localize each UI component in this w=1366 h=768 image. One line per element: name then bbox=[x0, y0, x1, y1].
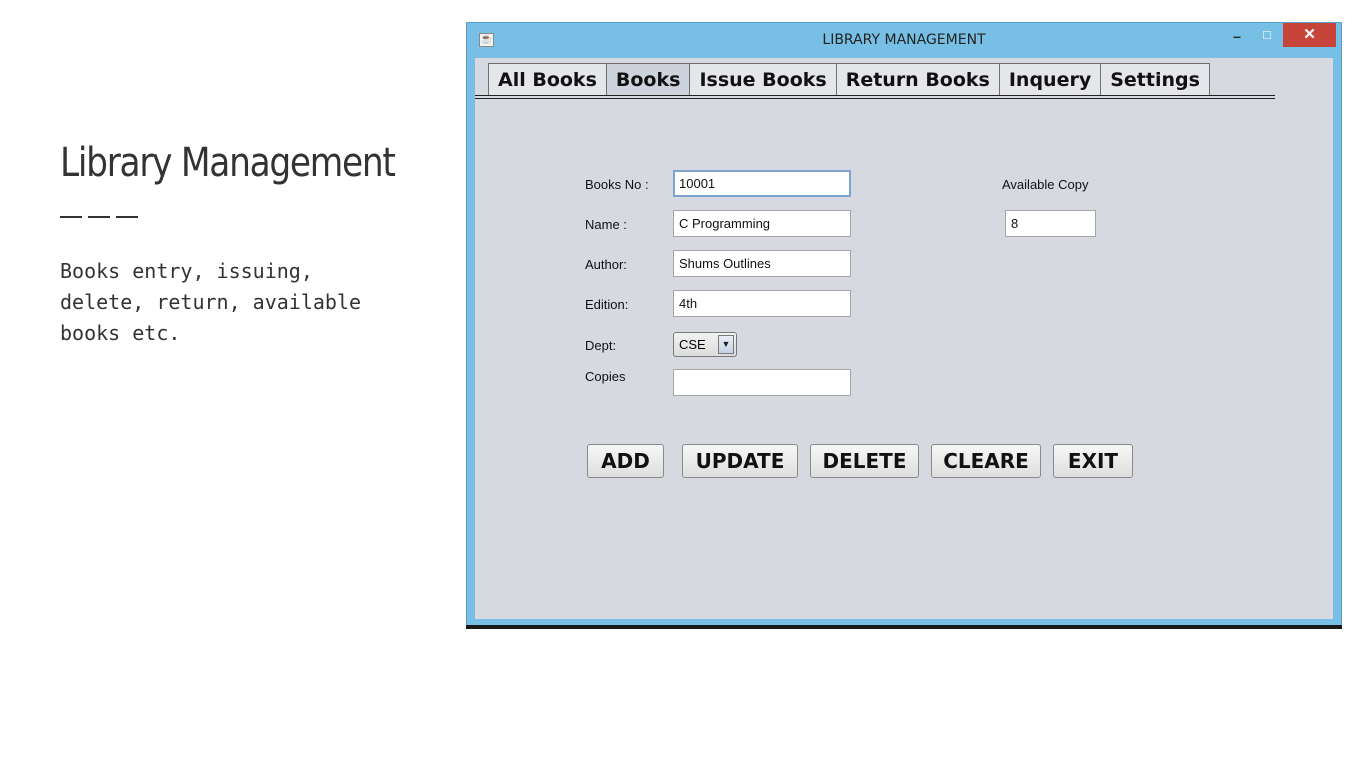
dept-select[interactable]: CSE ▼ bbox=[673, 332, 737, 357]
maximize-button[interactable]: □ bbox=[1254, 25, 1280, 47]
title-underline-dash bbox=[88, 216, 110, 218]
tab-return-books[interactable]: Return Books bbox=[836, 63, 1000, 95]
copies-label: Copies bbox=[585, 369, 626, 384]
title-bar[interactable]: ☕ LIBRARY MANAGEMENT – □ ✕ bbox=[467, 23, 1341, 58]
exit-button[interactable]: EXIT bbox=[1053, 444, 1133, 478]
edition-label: Edition: bbox=[585, 297, 629, 312]
slide-title: Library Management bbox=[60, 140, 396, 186]
delete-button[interactable]: DELETE bbox=[810, 444, 919, 478]
tab-books[interactable]: Books bbox=[606, 63, 691, 95]
edition-field[interactable]: 4th bbox=[673, 290, 851, 317]
dropdown-arrow-icon[interactable]: ▼ bbox=[718, 335, 734, 354]
tab-settings[interactable]: Settings bbox=[1101, 63, 1210, 95]
author-field[interactable]: Shums Outlines bbox=[673, 250, 851, 277]
copies-field[interactable] bbox=[673, 369, 851, 396]
name-field[interactable]: C Programming bbox=[673, 210, 851, 237]
tab-all-books[interactable]: All Books bbox=[488, 63, 607, 95]
dept-select-value: CSE bbox=[679, 337, 706, 352]
title-underline-dash bbox=[60, 216, 82, 218]
books-no-label: Books No : bbox=[585, 177, 649, 192]
available-copy-field[interactable]: 8 bbox=[1005, 210, 1096, 237]
author-label: Author: bbox=[585, 257, 627, 272]
books-no-field[interactable]: 10001 bbox=[673, 170, 851, 197]
available-copy-label: Available Copy bbox=[1002, 177, 1089, 192]
app-window: ☕ LIBRARY MANAGEMENT – □ ✕ All Books Boo… bbox=[466, 22, 1342, 627]
window-title: LIBRARY MANAGEMENT bbox=[822, 32, 986, 48]
tab-inquery[interactable]: Inquery bbox=[999, 63, 1102, 95]
name-label: Name : bbox=[585, 217, 627, 232]
dept-label: Dept: bbox=[585, 338, 617, 353]
tab-divider bbox=[475, 95, 1275, 96]
tab-divider bbox=[475, 98, 1275, 99]
clear-button[interactable]: CLEARE bbox=[931, 444, 1041, 478]
content-pane: All Books Books Issue Books Return Books… bbox=[475, 58, 1333, 619]
slide-description: Books entry, issuing, delete, return, av… bbox=[60, 259, 362, 345]
add-button[interactable]: ADD bbox=[587, 444, 664, 478]
tab-issue-books[interactable]: Issue Books bbox=[690, 63, 837, 95]
title-underline-dash bbox=[116, 216, 138, 218]
window-bottom-border bbox=[466, 625, 1342, 629]
tab-bar: All Books Books Issue Books Return Books… bbox=[488, 63, 1210, 96]
minimize-button[interactable]: – bbox=[1224, 25, 1250, 47]
close-button[interactable]: ✕ bbox=[1283, 23, 1336, 47]
update-button[interactable]: UPDATE bbox=[682, 444, 798, 478]
